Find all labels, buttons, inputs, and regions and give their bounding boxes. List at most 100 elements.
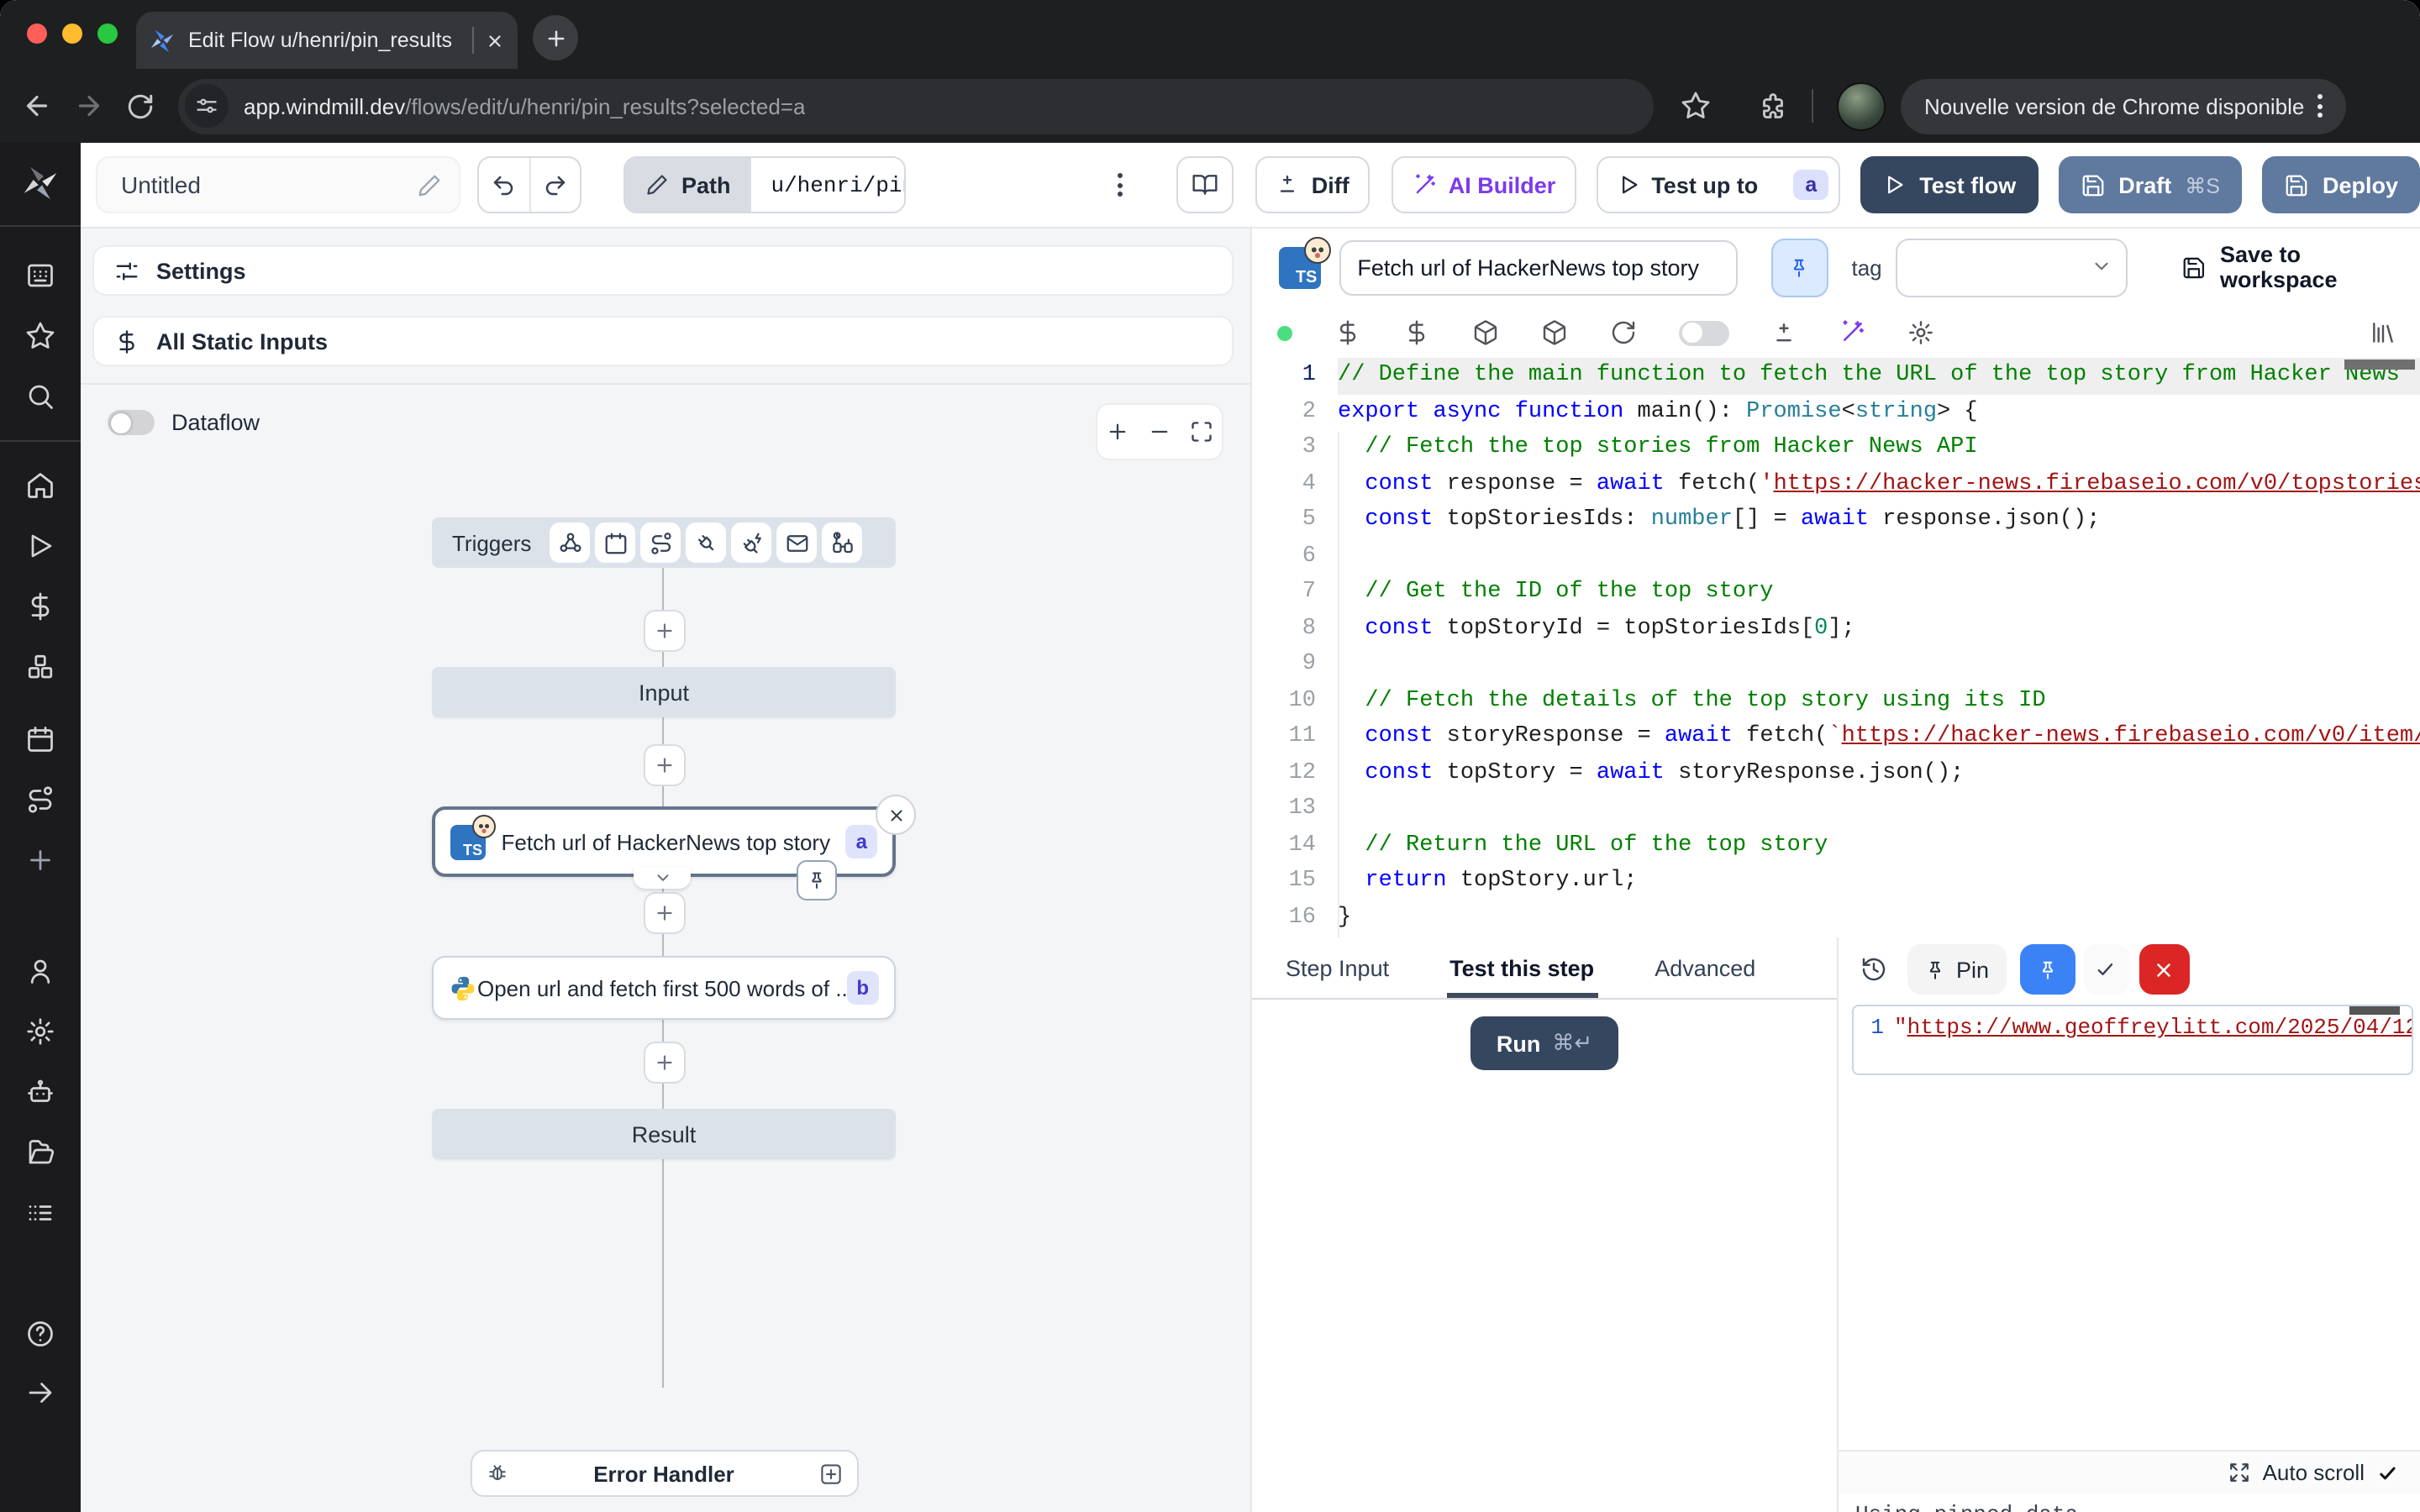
- collapse-step-chevron[interactable]: [634, 867, 691, 889]
- worker-groups-list-icon[interactable]: [25, 1198, 55, 1228]
- forward-icon[interactable]: [74, 91, 104, 121]
- redo-button[interactable]: [531, 158, 581, 212]
- extensions-icon[interactable]: [1758, 91, 1788, 121]
- insert-step-button[interactable]: [644, 610, 686, 652]
- diff-button[interactable]: Diff: [1256, 156, 1370, 213]
- home-icon[interactable]: [25, 470, 55, 501]
- insert-step-button[interactable]: [644, 1042, 686, 1084]
- ai-wand-icon[interactable]: [1839, 319, 1865, 346]
- windmill-logo[interactable]: [22, 165, 59, 202]
- editor-toggle[interactable]: [1679, 320, 1729, 345]
- pinned-active-button[interactable]: [2019, 944, 2075, 995]
- users-icon[interactable]: [25, 956, 55, 986]
- path-button-group[interactable]: Path u/henri/pin: [624, 156, 907, 213]
- webhook-trigger-icon[interactable]: [550, 522, 590, 563]
- search-icon[interactable]: [25, 381, 55, 412]
- triggers-node[interactable]: Triggers: [432, 517, 896, 568]
- pinned-data-editor[interactable]: 1"https://www.geoffreylitt.com/2025/04/1…: [1852, 1005, 2413, 1075]
- settings-gear-icon[interactable]: [25, 1016, 55, 1047]
- draft-button[interactable]: Draft ⌘S: [2058, 156, 2242, 213]
- test-flow-button[interactable]: Test flow: [1860, 156, 2038, 213]
- routes-icon[interactable]: [25, 785, 55, 815]
- ai-robot-icon[interactable]: [25, 1077, 55, 1107]
- docs-book-button[interactable]: [1177, 156, 1234, 213]
- expand-icon[interactable]: [2229, 1462, 2251, 1483]
- variables-dollar-icon[interactable]: [1334, 319, 1361, 346]
- tab-step-input[interactable]: Step Input: [1286, 956, 1389, 998]
- schedules-calendar-icon[interactable]: [25, 724, 55, 754]
- editor-scrollbar[interactable]: [2344, 360, 2415, 370]
- resources-dollar-icon[interactable]: [1403, 319, 1430, 346]
- variables-dollar-icon[interactable]: [25, 591, 55, 622]
- pin-button[interactable]: Pin: [1907, 944, 2006, 995]
- tab-close-icon[interactable]: [486, 31, 504, 50]
- window-zoom-button[interactable]: [97, 24, 118, 44]
- poll-watch-trigger-icon[interactable]: [822, 522, 862, 563]
- clear-pin-button[interactable]: [2139, 944, 2189, 995]
- insert-step-button[interactable]: [644, 892, 686, 934]
- apps-icon[interactable]: [25, 260, 55, 291]
- run-button[interactable]: Run ⌘↵: [1470, 1016, 1618, 1070]
- checkmark-icon[interactable]: [2376, 1461, 2400, 1484]
- accept-pin-button[interactable]: [2083, 944, 2128, 995]
- remove-step-button[interactable]: [876, 795, 916, 835]
- deploy-button[interactable]: Deploy: [2262, 156, 2420, 213]
- step-pin-button[interactable]: [797, 860, 837, 900]
- history-icon[interactable]: [1860, 956, 1887, 983]
- test-up-to-button[interactable]: Test up to a: [1596, 156, 1840, 213]
- help-icon[interactable]: [25, 1319, 55, 1349]
- email-trigger-icon[interactable]: [776, 522, 817, 563]
- ai-builder-button[interactable]: AI Builder: [1392, 156, 1576, 213]
- runs-play-icon[interactable]: [25, 531, 55, 561]
- back-icon[interactable]: [22, 91, 52, 121]
- code-editor[interactable]: 1// Define the main function to fetch th…: [1252, 358, 2420, 937]
- flow-name-field[interactable]: Untitled: [96, 156, 460, 213]
- step-title-input[interactable]: [1339, 239, 1738, 295]
- edit-pencil-icon[interactable]: [417, 172, 442, 197]
- pin-toggle-button[interactable]: [1771, 238, 1828, 297]
- resources-boxes-icon[interactable]: [25, 652, 55, 682]
- error-handler-node[interactable]: Error Handler: [471, 1450, 859, 1497]
- websocket-trigger-icon[interactable]: [686, 522, 726, 563]
- refresh-icon[interactable]: [1610, 319, 1637, 346]
- fit-view-icon[interactable]: [1189, 420, 1213, 444]
- add-error-handler-icon[interactable]: [818, 1461, 844, 1486]
- reload-icon[interactable]: [126, 92, 155, 120]
- path-button[interactable]: Path: [626, 158, 751, 212]
- site-settings-icon[interactable]: [185, 84, 229, 128]
- package-icon[interactable]: [1541, 319, 1568, 346]
- save-to-workspace-button[interactable]: Save to workspace: [2181, 242, 2420, 292]
- zoom-in-icon[interactable]: [1107, 420, 1130, 444]
- pinned-editor-scrollbar[interactable]: [2349, 1006, 2400, 1015]
- tag-select[interactable]: [1896, 238, 2128, 297]
- kafka-trigger-icon[interactable]: [731, 522, 771, 563]
- editor-settings-gear-icon[interactable]: [1907, 319, 1934, 346]
- library-icon[interactable]: [2370, 319, 2396, 346]
- favorites-star-icon[interactable]: [25, 321, 55, 351]
- window-close-button[interactable]: [27, 24, 47, 44]
- bookmark-star-icon[interactable]: [1681, 91, 1711, 121]
- step-node-b[interactable]: Open url and fetch first 500 words of ..…: [432, 956, 896, 1020]
- folders-icon[interactable]: [25, 1137, 55, 1168]
- chrome-update-button[interactable]: Nouvelle version de Chrome disponible: [1901, 78, 2346, 134]
- expand-sidebar-arrow-icon[interactable]: [25, 1378, 55, 1408]
- window-minimize-button[interactable]: [62, 24, 82, 44]
- tab-advanced[interactable]: Advanced: [1655, 956, 1755, 998]
- profile-avatar[interactable]: [1837, 81, 1886, 130]
- package-icon[interactable]: [1472, 319, 1499, 346]
- insert-step-button[interactable]: [644, 744, 686, 786]
- new-tab-button[interactable]: [533, 15, 578, 60]
- undo-button[interactable]: [479, 158, 530, 212]
- all-static-inputs-row[interactable]: All Static Inputs: [92, 316, 1234, 366]
- add-plus-icon[interactable]: [25, 845, 55, 875]
- diff-icon[interactable]: [1771, 320, 1797, 345]
- input-node[interactable]: Input: [432, 667, 896, 717]
- http-route-trigger-icon[interactable]: [640, 522, 681, 563]
- chrome-menu-icon[interactable]: [2304, 94, 2336, 118]
- more-options-icon[interactable]: [1105, 173, 1137, 197]
- address-bar[interactable]: app.windmill.dev/flows/edit/u/henri/pin_…: [178, 78, 1654, 134]
- result-node[interactable]: Result: [432, 1109, 896, 1159]
- flow-settings-row[interactable]: Settings: [92, 245, 1234, 296]
- dataflow-toggle[interactable]: [108, 410, 155, 435]
- zoom-out-icon[interactable]: [1148, 420, 1171, 444]
